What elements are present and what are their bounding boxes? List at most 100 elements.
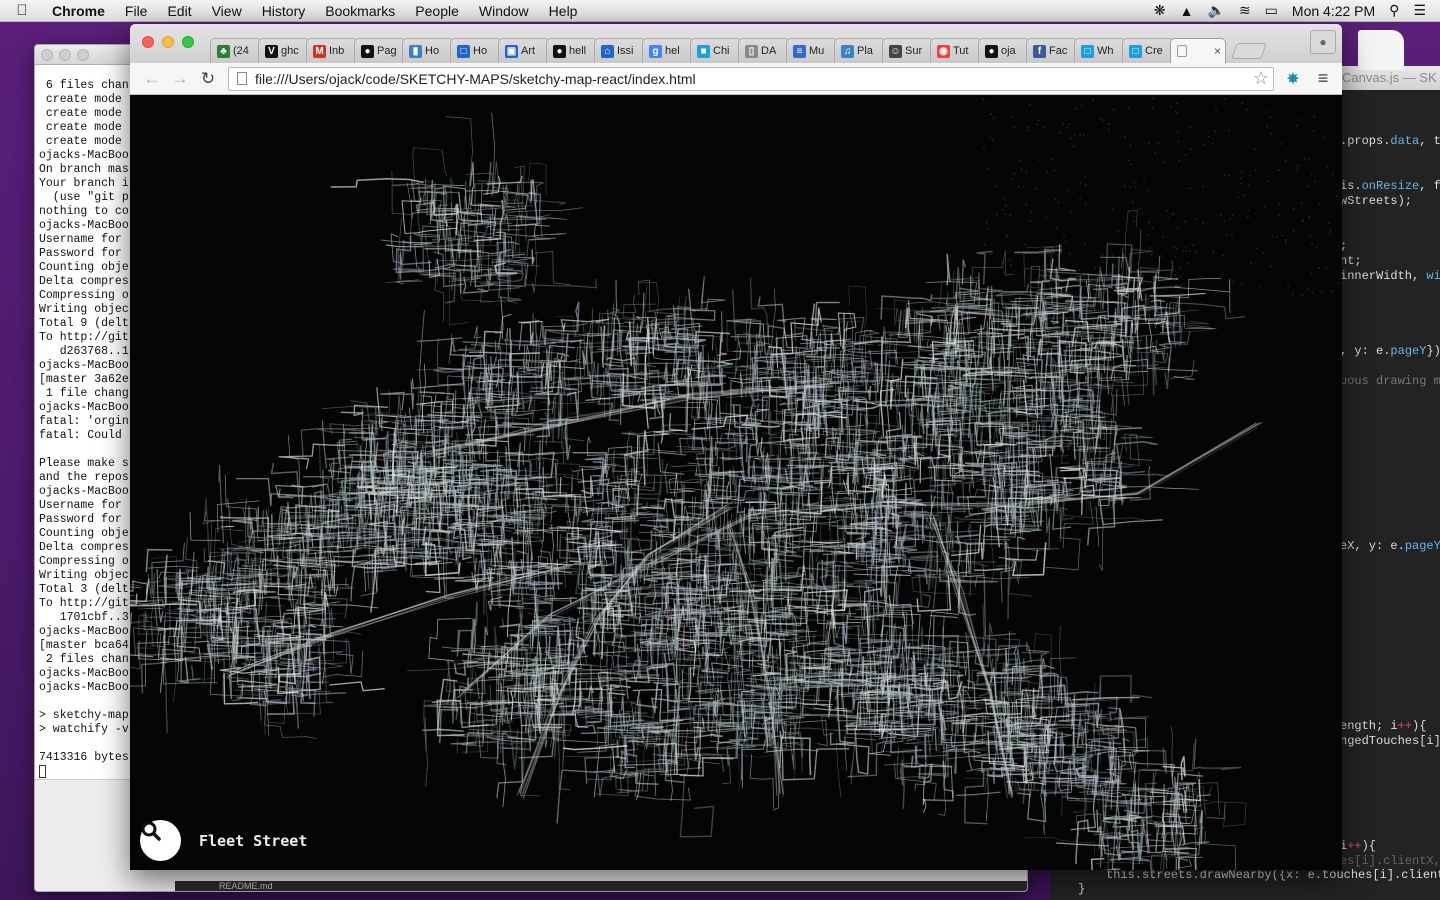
bookmark-star-icon[interactable]: ☆: [1253, 68, 1273, 89]
street-stroke: [581, 517, 640, 523]
street-stroke: [749, 754, 775, 808]
chrome-menu-icon[interactable]: ≡: [1308, 68, 1338, 89]
notification-center-icon[interactable]: ☰: [1413, 2, 1426, 19]
reload-icon[interactable]: ↻: [194, 69, 222, 89]
forward-arrow-icon[interactable]: →: [166, 69, 194, 89]
tab-15[interactable]: ◉ Tut: [930, 38, 982, 63]
spotlight-search-icon[interactable]: ⚲: [1389, 2, 1399, 19]
doc-icon: ▯: [745, 44, 758, 58]
street-stroke: [988, 622, 993, 667]
desktop-document-icon[interactable]: [1358, 30, 1404, 70]
street-stroke: [698, 351, 702, 379]
texture-speck: [1174, 110, 1176, 113]
menu-history[interactable]: History: [252, 0, 316, 22]
tab-2[interactable]: M Inb: [306, 38, 358, 63]
tab-7[interactable]: ● hell: [546, 38, 598, 63]
sketchy-map-canvas[interactable]: [130, 95, 1342, 870]
menu-app-name[interactable]: Chrome: [44, 0, 115, 22]
street-stroke: [846, 728, 907, 731]
terminal-close-button[interactable]: [41, 48, 53, 61]
street-stroke: [417, 337, 463, 342]
texture-speck: [1174, 274, 1177, 276]
texture-speck: [1138, 207, 1141, 210]
texture-speck: [1326, 166, 1329, 168]
street-stroke: [1100, 278, 1105, 311]
street-stroke: [511, 729, 523, 770]
battery-icon[interactable]: ▭: [1265, 2, 1278, 19]
tab-10[interactable]: ■ Chi: [690, 38, 742, 63]
tab-17[interactable]: f Fac: [1026, 38, 1078, 63]
volume-icon[interactable]: 🔈: [1208, 2, 1225, 19]
texture-speck: [1311, 243, 1313, 245]
tab-12[interactable]: ≡ Mu: [786, 38, 838, 63]
new-tab-button[interactable]: [1231, 43, 1267, 59]
apple-icon[interactable]: : [0, 2, 44, 19]
url-text[interactable]: file:///Users/ojack/code/SKETCHY-MAPS/sk…: [255, 71, 1253, 87]
menu-help[interactable]: Help: [539, 0, 588, 22]
tab-4[interactable]: ▮ Ho: [402, 38, 454, 63]
page-viewport[interactable]: Fleet Street: [130, 95, 1342, 870]
tab-13[interactable]: ♫ Pla: [834, 38, 886, 63]
address-bar[interactable]: file:///Users/ojack/code/SKETCHY-MAPS/sk…: [228, 66, 1274, 91]
menu-file[interactable]: File: [115, 0, 158, 22]
minimize-window-button[interactable]: [162, 36, 174, 48]
texture-speck: [1270, 265, 1272, 268]
street-stroke: [899, 759, 905, 809]
tab-9[interactable]: g hel: [642, 38, 694, 63]
menubar-clock[interactable]: Mon 4:22 PM: [1292, 3, 1375, 19]
drive-status-icon[interactable]: ▲: [1180, 3, 1194, 19]
tab-1[interactable]: Vghc: [258, 38, 310, 63]
texture-speck: [1175, 284, 1177, 286]
tab-3[interactable]: ● Pag: [354, 38, 406, 63]
tab-active[interactable]: ×: [1170, 38, 1226, 63]
tab-18[interactable]: □ Wh: [1074, 38, 1126, 63]
street-stroke: [609, 720, 615, 750]
menu-window[interactable]: Window: [469, 0, 539, 22]
profile-avatar-icon[interactable]: ●: [1310, 30, 1336, 54]
street-stroke: [368, 424, 373, 458]
menu-bookmarks[interactable]: Bookmarks: [315, 0, 405, 22]
tab-6[interactable]: ▣ Art: [498, 38, 550, 63]
street-stroke: [1162, 748, 1167, 772]
texture-speck: [1134, 186, 1136, 188]
search-button[interactable]: [140, 820, 181, 861]
back-arrow-icon[interactable]: ←: [138, 69, 166, 89]
menu-edit[interactable]: Edit: [157, 0, 201, 22]
tab-label: Issi: [617, 45, 634, 57]
google-icon: g: [649, 44, 662, 58]
street-stroke: [753, 597, 785, 600]
terminal-minimize-button[interactable]: [59, 48, 71, 61]
terminal-zoom-button[interactable]: [77, 48, 89, 61]
street-stroke: [729, 736, 759, 741]
tab-8[interactable]: ⌂ Issi: [594, 38, 646, 63]
texture-speck: [1178, 159, 1180, 162]
tab-5[interactable]: □ Ho: [450, 38, 502, 63]
street-stroke: [710, 733, 723, 738]
street-stroke: [327, 538, 334, 552]
texture-speck: [1223, 174, 1226, 176]
extension-icon[interactable]: ✸: [1278, 69, 1308, 89]
wifi-icon[interactable]: ≋: [1239, 2, 1251, 19]
zoom-window-button[interactable]: [182, 36, 194, 48]
street-stroke: [1014, 249, 1062, 279]
close-tab-icon[interactable]: ×: [1214, 44, 1221, 58]
tab-19[interactable]: □ Cre: [1122, 38, 1174, 63]
tab-11[interactable]: ▯ DA: [738, 38, 790, 63]
street-stroke: [397, 395, 403, 444]
tab-16[interactable]: ● oja: [978, 38, 1030, 63]
menu-people[interactable]: People: [405, 0, 469, 22]
github-icon: ●: [985, 44, 998, 58]
menu-view[interactable]: View: [202, 0, 252, 22]
street-stroke: [943, 733, 986, 737]
tab-0[interactable]: ♣ (24: [210, 38, 262, 63]
asterisk-status-icon[interactable]: ❋: [1154, 2, 1166, 19]
street-stroke: [1026, 642, 1050, 653]
texture-speck: [1310, 273, 1313, 275]
street-stroke: [1175, 858, 1178, 870]
bottle-icon: ▮: [409, 44, 422, 58]
street-stroke: [1004, 436, 1031, 440]
street-stroke: [417, 389, 420, 437]
tab-14[interactable]: ☺ Sur: [882, 38, 934, 63]
texture-speck: [1129, 186, 1132, 189]
close-window-button[interactable]: [142, 36, 154, 48]
